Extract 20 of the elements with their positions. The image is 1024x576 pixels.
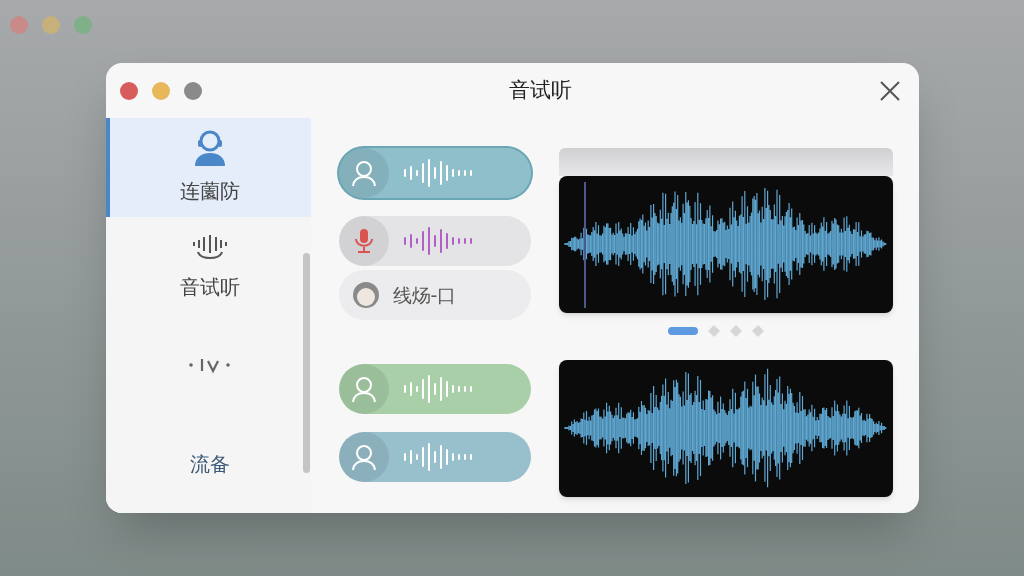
voice-item[interactable] (338, 148, 531, 198)
sidebar-item[interactable]: 连薗防 (105, 118, 311, 217)
window-title: 音试听 (508, 76, 572, 104)
voice-item[interactable] (338, 432, 531, 482)
voice-item[interactable] (338, 216, 531, 266)
voice-item[interactable]: 线炀-口 (338, 270, 531, 320)
microphone-icon (352, 228, 375, 254)
scrollbar-thumb[interactable] (302, 253, 310, 473)
voice-item[interactable] (338, 364, 531, 414)
page-indicator[interactable] (667, 327, 698, 335)
close-icon[interactable] (878, 79, 901, 102)
person-icon (350, 375, 377, 403)
person-headset-icon (193, 128, 227, 169)
page-indicator[interactable] (729, 325, 742, 337)
person-icon (350, 443, 377, 471)
person-icon (350, 159, 377, 187)
page-indicator[interactable] (751, 325, 764, 337)
page-indicator[interactable] (707, 325, 720, 337)
voice-name: 线炀-口 (392, 282, 457, 308)
avatar-face-icon (350, 280, 381, 310)
